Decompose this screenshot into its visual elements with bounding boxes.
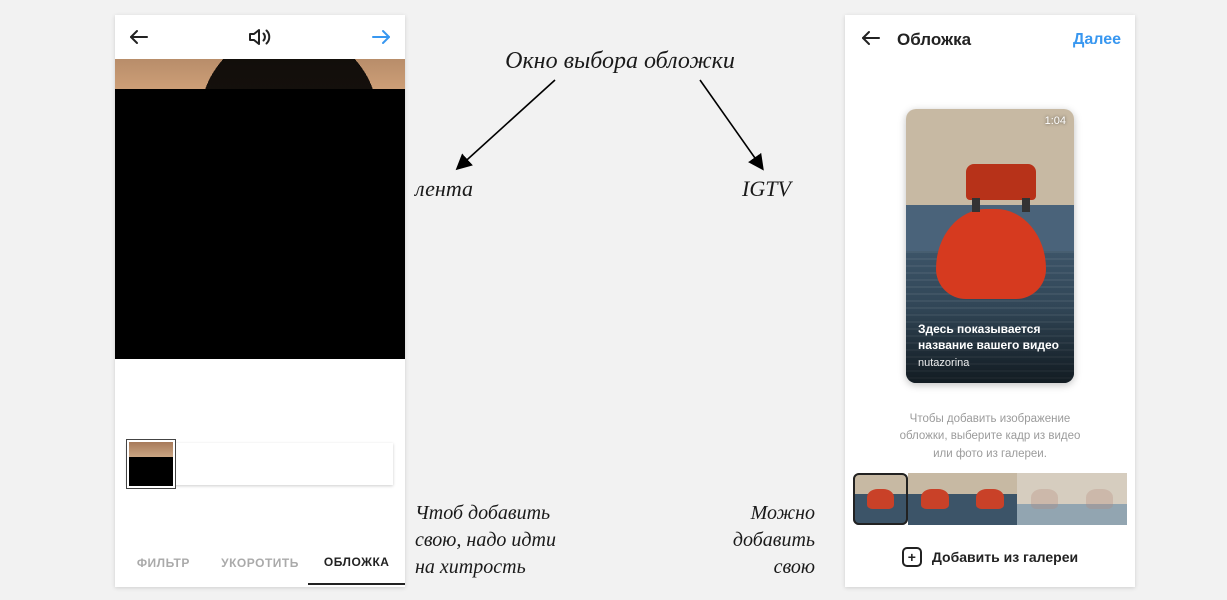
annotation-right-note: Можно добавить свою bbox=[700, 500, 815, 581]
frame-thumb[interactable] bbox=[1072, 473, 1127, 525]
sound-on-icon[interactable] bbox=[248, 25, 272, 49]
igtv-cover-preview[interactable]: 1:04 Здесь показывается название вашего … bbox=[906, 109, 1074, 383]
video-duration: 1:04 bbox=[1045, 115, 1066, 127]
annotation-title: Окно выбора обложки bbox=[460, 48, 780, 75]
tab-filter[interactable]: ФИЛЬТР bbox=[115, 542, 212, 584]
feed-cover-screen: ФИЛЬТР УКОРОТИТЬ ОБЛОЖКА bbox=[115, 15, 405, 587]
feed-header bbox=[115, 15, 405, 59]
igtv-cover-screen: Обложка Далее 1:04 Здесь показывается на… bbox=[845, 15, 1135, 587]
back-arrow-icon[interactable] bbox=[127, 25, 151, 49]
annotation-right-label: IGTV bbox=[742, 176, 791, 202]
frame-thumb[interactable] bbox=[908, 473, 963, 525]
igtv-header-title: Обложка bbox=[897, 30, 1059, 50]
igtv-header: Обложка Далее bbox=[845, 15, 1135, 65]
add-from-gallery-label: Добавить из галереи bbox=[932, 549, 1078, 565]
igtv-hint-text: Чтобы добавить изображение обложки, выбе… bbox=[866, 411, 1115, 463]
igtv-frame-strip[interactable] bbox=[853, 473, 1127, 525]
overlay-username: nutazorina bbox=[918, 357, 1062, 369]
frame-thumb[interactable] bbox=[1017, 473, 1072, 525]
frame-thumb[interactable] bbox=[853, 473, 908, 525]
next-arrow-icon[interactable] bbox=[369, 25, 393, 49]
feed-selected-frame[interactable] bbox=[127, 440, 175, 488]
frame-thumb[interactable] bbox=[963, 473, 1018, 525]
annotation-left-note: Чтоб добавить свою, надо идти на хитрост… bbox=[415, 500, 556, 581]
feed-video-preview bbox=[115, 59, 405, 359]
feed-filmstrip[interactable] bbox=[115, 443, 405, 485]
annotation-left-label: лента bbox=[415, 176, 473, 202]
tab-trim[interactable]: УКОРОТИТЬ bbox=[212, 542, 309, 584]
back-arrow-icon[interactable] bbox=[859, 26, 883, 55]
igtv-cover-overlay: Здесь показывается название вашего видео… bbox=[906, 309, 1074, 383]
igtv-next-button[interactable]: Далее bbox=[1073, 31, 1121, 49]
plus-icon: + bbox=[902, 547, 922, 567]
feed-tabs: ФИЛЬТР УКОРОТИТЬ ОБЛОЖКА bbox=[115, 539, 405, 587]
add-from-gallery-button[interactable]: + Добавить из галереи bbox=[855, 537, 1125, 577]
igtv-content: 1:04 Здесь показывается название вашего … bbox=[845, 65, 1135, 463]
tab-cover[interactable]: ОБЛОЖКА bbox=[308, 541, 405, 585]
overlay-title: Здесь показывается название вашего видео bbox=[918, 321, 1062, 353]
